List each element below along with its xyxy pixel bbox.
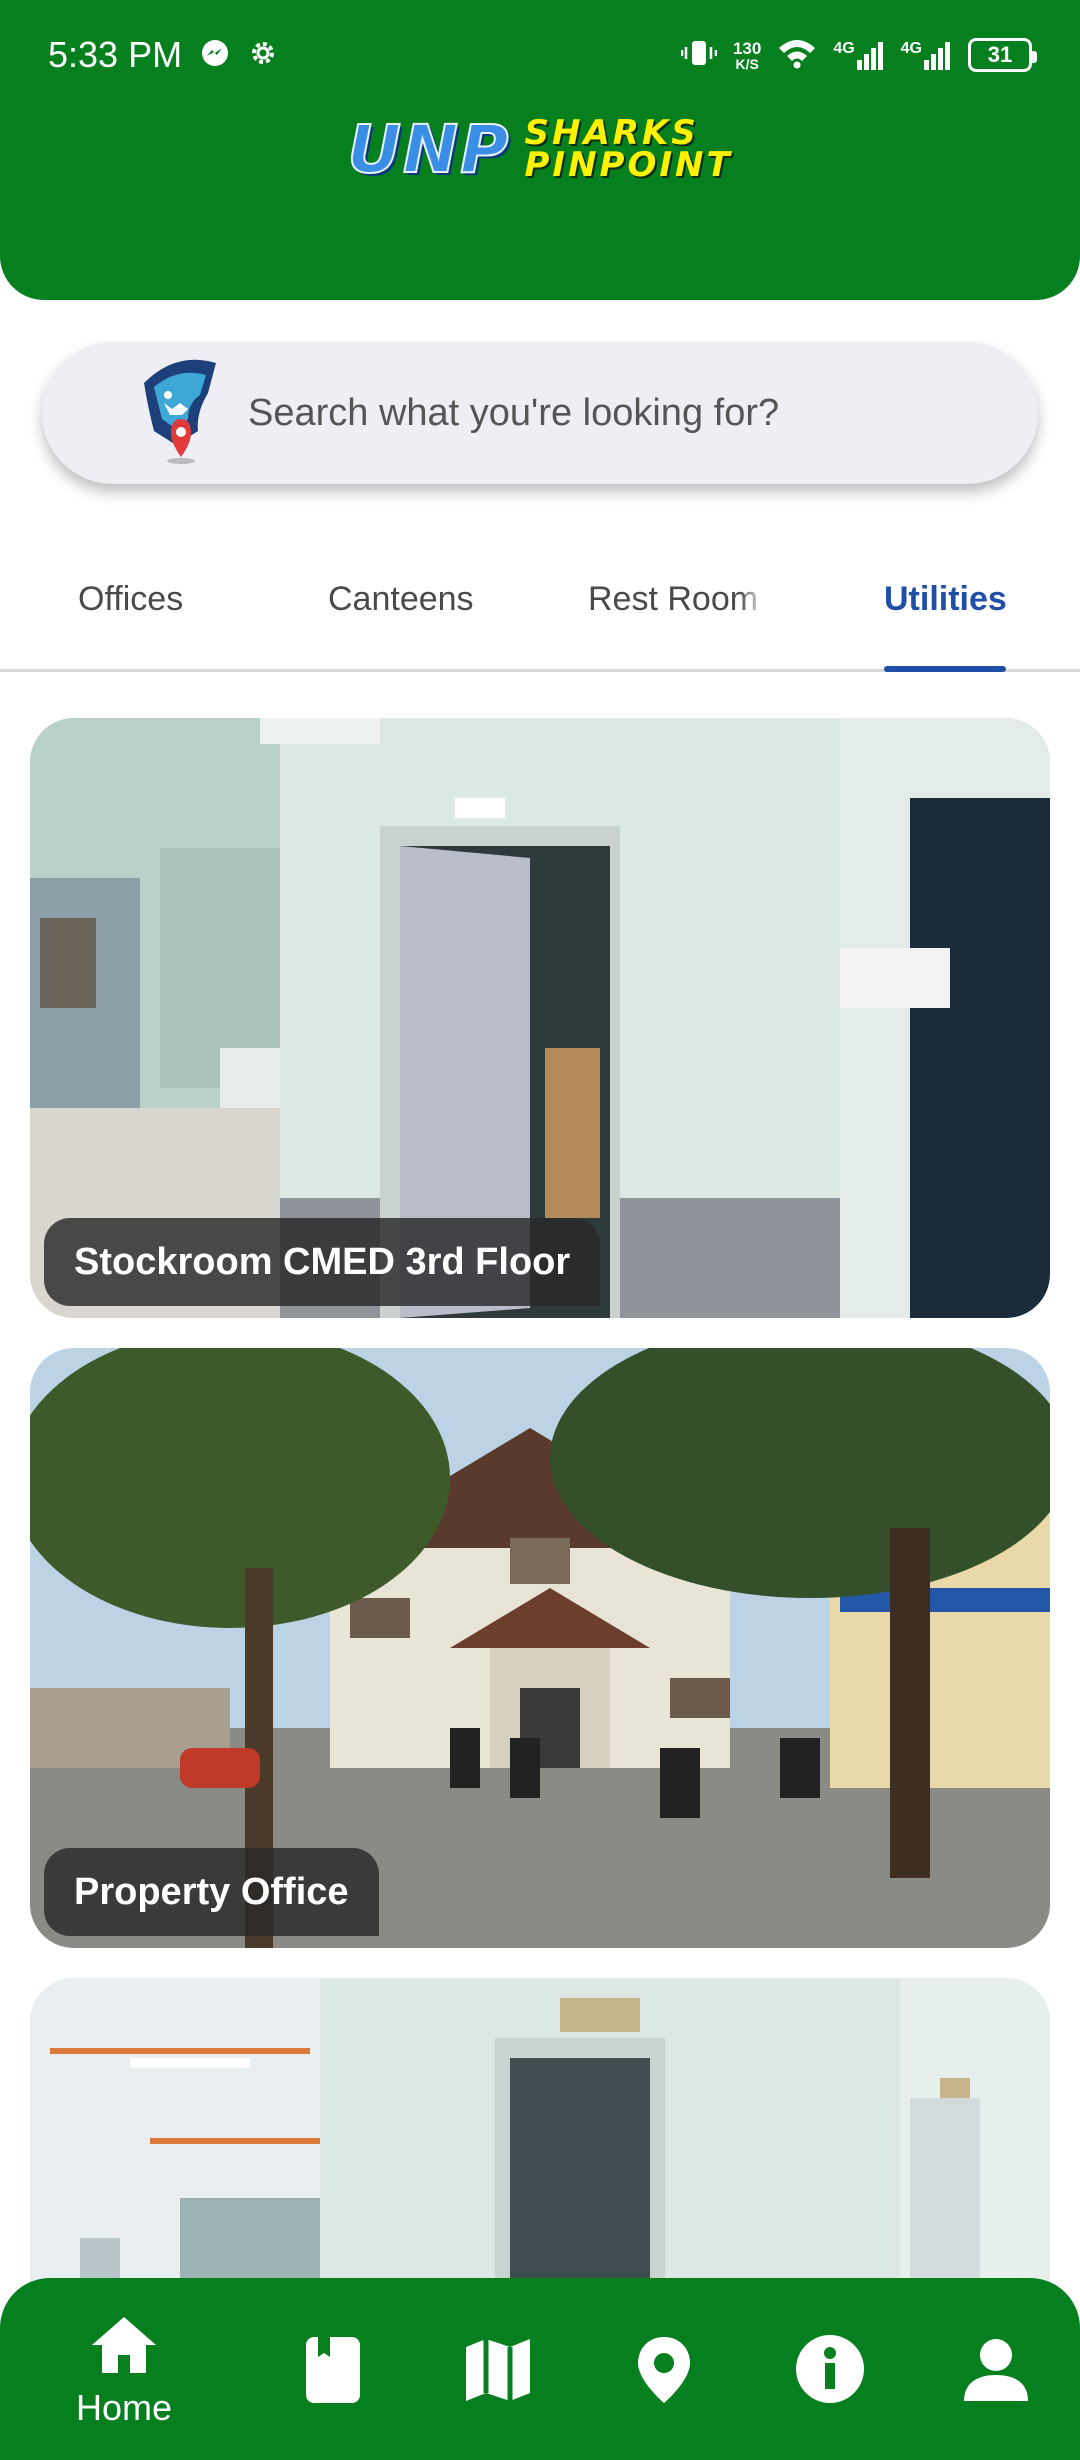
home-icon: [92, 2317, 156, 2373]
tab-offices[interactable]: Offices: [78, 580, 183, 619]
info-icon: [796, 2335, 864, 2403]
status-time: 5:33 PM: [48, 34, 183, 75]
status-right: 130 K/S 4G 4G 31: [680, 37, 1037, 74]
battery-icon: 31: [968, 38, 1037, 72]
cell-signal-icon-2: 4G: [901, 40, 952, 70]
cell-signal-icon-1: 4G: [833, 40, 884, 70]
active-tab-indicator: [884, 666, 1006, 672]
battery-level: 31: [987, 42, 1013, 67]
status-bar: 5:33 PM 130 K/S 4G 4G 31: [0, 0, 1080, 110]
app-header: 5:33 PM 130 K/S 4G 4G 31 UNP SHARKS PINP…: [0, 0, 1080, 300]
nav-home[interactable]: Home: [64, 2278, 184, 2460]
signal-label-2: 4G: [900, 40, 922, 57]
tab-utilities[interactable]: Utilities: [884, 580, 1007, 619]
map-icon: [466, 2339, 530, 2401]
logo-unp-text: UNP: [346, 110, 511, 189]
book-icon: [306, 2337, 360, 2403]
search-input[interactable]: [248, 391, 968, 435]
signal-label-1: 4G: [833, 40, 855, 57]
nav-directory[interactable]: [292, 2278, 372, 2460]
vibrate-icon: [680, 37, 718, 74]
nav-map[interactable]: [458, 2278, 538, 2460]
status-left: 5:33 PM: [48, 34, 278, 76]
tab-rest-room[interactable]: Rest Room: [588, 580, 766, 619]
category-tabs: Offices Canteens Rest Room Utilities: [0, 540, 1080, 672]
location-card-property-office[interactable]: Property Office: [30, 1348, 1050, 1948]
bottom-navigation: Home: [0, 2278, 1080, 2460]
nav-info[interactable]: [790, 2278, 870, 2460]
settings-gear-icon: [248, 38, 278, 73]
nav-home-label: Home: [75, 2387, 173, 2428]
person-icon: [964, 2339, 1028, 2401]
card-title: Property Office: [44, 1848, 379, 1936]
wifi-icon: [777, 37, 817, 74]
logo-line-2: PINPOINT: [524, 145, 733, 185]
network-speed: 130 K/S: [733, 40, 761, 71]
location-card-stockroom[interactable]: Stockroom CMED 3rd Floor: [30, 718, 1050, 1318]
network-speed-value: 130: [732, 38, 762, 58]
shark-mascot-icon: [126, 353, 226, 473]
app-logo: UNP SHARKS PINPOINT: [0, 108, 1080, 190]
logo-sharks-pinpoint: SHARKS PINPOINT: [524, 116, 733, 185]
messenger-icon: [200, 38, 230, 73]
network-speed-unit: K/S: [735, 55, 759, 72]
tab-canteens[interactable]: Canteens: [328, 580, 474, 619]
card-title: Stockroom CMED 3rd Floor: [44, 1218, 601, 1306]
location-pin-icon: [638, 2337, 690, 2403]
nav-profile[interactable]: [956, 2278, 1036, 2460]
search-bar[interactable]: [42, 342, 1038, 484]
nav-locations[interactable]: [624, 2278, 704, 2460]
